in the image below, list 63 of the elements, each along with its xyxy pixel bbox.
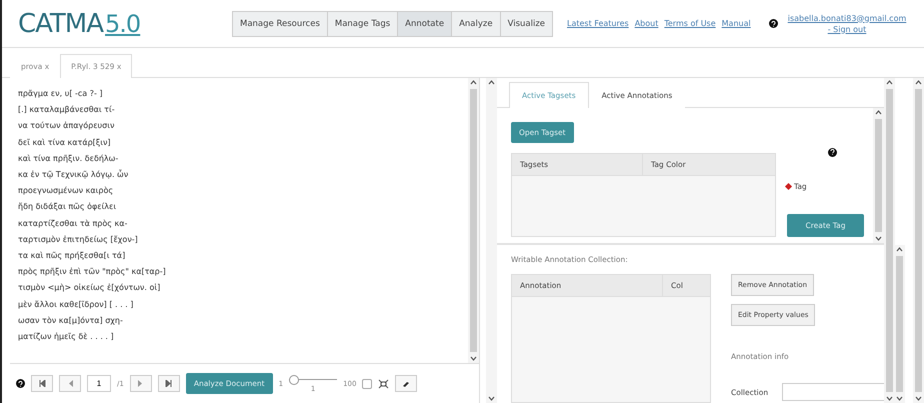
document-line: ταρτισμὸν ἐπιτηδείως [ἔχον-] [18,234,139,246]
header-link[interactable]: About [634,19,658,28]
catma-logo: CATMA5.0 [18,8,142,38]
help-icon[interactable] [16,379,25,388]
first-page-button[interactable] [31,375,53,392]
chevron-up-icon[interactable] [886,80,893,85]
chevron-up-icon[interactable] [915,80,922,85]
scrollbar[interactable] [894,245,906,403]
document-line: ἤδη διδάξαι πῶς ὀφείλει [18,201,118,214]
previous-page-button[interactable] [59,375,81,392]
help-icon[interactable] [828,148,837,156]
document-line: καὶ τίνα πρῆξιν. δεδήλω- [18,152,120,165]
document-line: να τούτων ἀπαγόρευσιν [18,120,116,132]
fit-icon[interactable] [378,378,390,388]
document-line: κα ἐν τῷ Τεχνικῷ λόγῳ. ὧν [18,168,130,182]
skip-last-icon [165,380,172,387]
chevron-up-icon[interactable] [488,80,495,85]
document-line: τα καὶ πῶς πρήξεσθα[ι τά] [18,250,126,262]
eraser-button[interactable] [395,375,418,392]
header-link[interactable]: Latest Features [567,19,629,28]
slider-thumb[interactable] [289,374,300,384]
collection-field[interactable] [782,383,886,401]
header-link[interactable]: Manual [722,19,751,28]
chevron-down-icon[interactable] [915,396,922,401]
chevron-down-icon[interactable] [488,396,495,401]
nav-tab[interactable]: Annotate [398,10,452,36]
scrollbar[interactable] [913,78,924,403]
document-line: μὲν ἄλλοι καθε[ῖδρον] [ . . . ] [18,298,134,311]
nav-tab[interactable]: Manage Resources [232,10,328,36]
document-line: καταρτίζεσθαι τὰ πρὸς κα- [18,218,128,230]
triangle-right-icon [138,380,144,387]
chevron-down-icon[interactable] [875,236,882,241]
chevron-up-icon[interactable] [470,80,477,85]
document-line: προεγνωσμένων καιρὸς [18,185,114,198]
document-line: ματίζων ἡμεῖς δὲ . . . . ] [18,331,115,344]
help-icon[interactable] [768,19,778,28]
next-page-button[interactable] [130,375,152,392]
chevron-down-icon[interactable] [470,356,477,361]
scrollbar[interactable] [486,78,497,403]
document-line: πρὸς πρῆξιν ἐπὶ τῶν "πρὸς" κα[ταρ-] [18,266,167,278]
document-line: δεῖ καὶ τίνα κατάρ[ξιν] [18,136,112,149]
nav-tab[interactable]: Manage Tags [328,10,398,36]
scrollbar[interactable] [468,78,479,363]
header-link[interactable]: Terms of Use [664,19,716,28]
last-page-button[interactable] [158,375,180,392]
triangle-left-icon [68,380,72,387]
chevron-up-icon[interactable] [896,247,904,252]
document-line: τισμὸν <μὴ> οἰκείως ἐ[χόντων. οἱ] [18,282,162,294]
zoom-slider[interactable] [289,374,338,384]
user-email-link[interactable]: isabella.bonati83@gmail.com [788,14,906,22]
nav-tab[interactable]: Analyze [452,10,501,36]
checkbox[interactable] [362,378,372,388]
document-line: [.] καταλαμβάνεσθαι τί- [18,104,116,116]
document-line: ωσαν τὸν κα[μ]όντα] σχη- [18,314,124,327]
skip-first-icon [38,380,46,387]
scrollbar[interactable] [873,108,884,243]
eraser-icon [402,380,410,386]
page-input[interactable]: 1 [87,375,111,392]
nav-tab[interactable]: Visualize [500,10,554,36]
sign-out-link[interactable]: - Sign out [828,24,866,34]
chevron-up-icon[interactable] [875,110,882,115]
document-line: πρᾶγμα εν, υ[ -ca ?- ] [18,88,104,100]
scrollbar[interactable] [884,78,895,403]
